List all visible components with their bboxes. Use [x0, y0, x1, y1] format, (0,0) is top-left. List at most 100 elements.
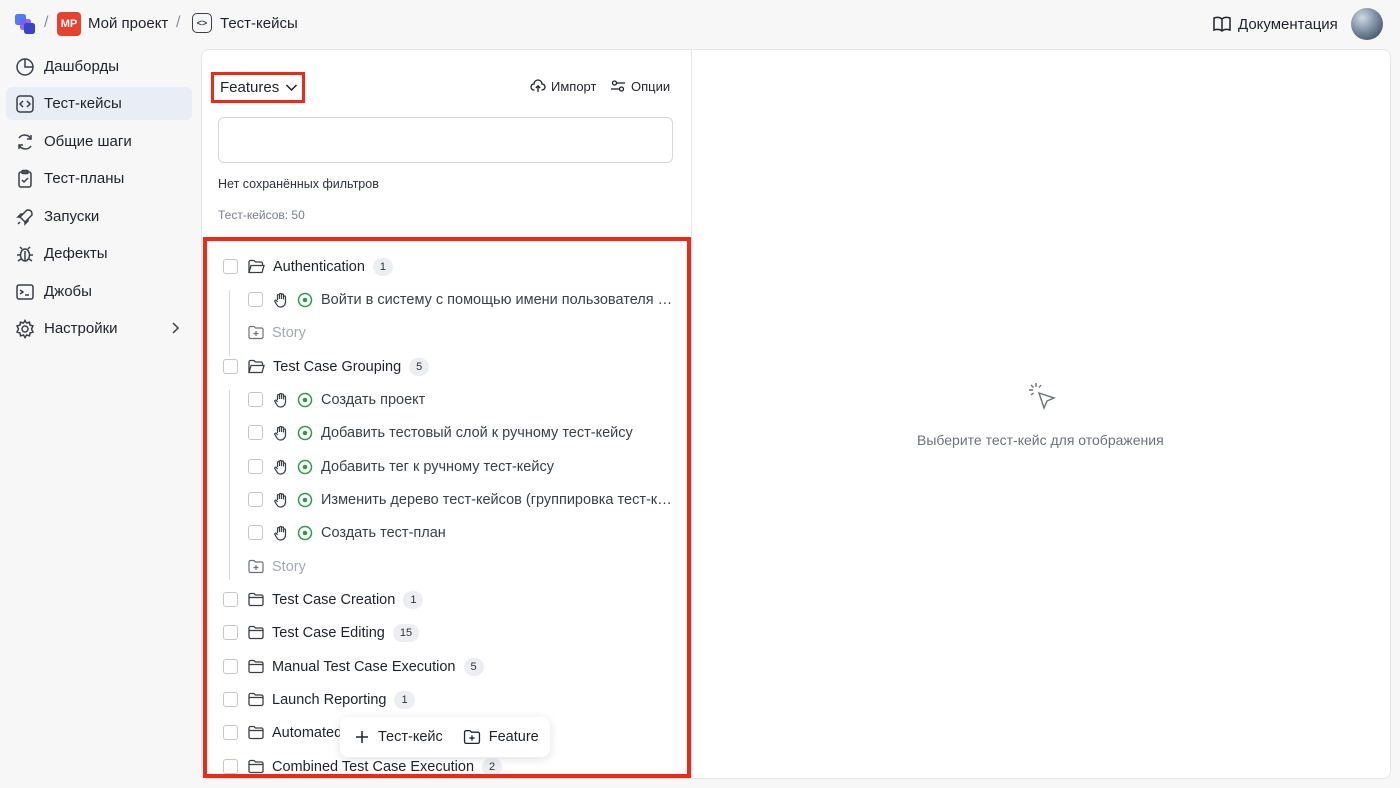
cloud-upload-icon: [530, 79, 546, 92]
hand-icon: [274, 292, 287, 308]
tree-folder[interactable]: Test Case Creation 1: [207, 583, 687, 616]
tree-case[interactable]: Войти в систему с помощью имени пользова…: [207, 283, 687, 316]
row-checkbox[interactable]: [248, 425, 263, 440]
case-label: Добавить тестовый слой к ручному тест-ке…: [321, 424, 633, 441]
breadcrumb-page[interactable]: Тест-кейсы: [220, 15, 298, 32]
count-badge: 1: [403, 590, 424, 609]
tree-folder[interactable]: Authentication 1: [207, 250, 687, 283]
add-story-row[interactable]: Story: [207, 316, 687, 349]
chevron-right-icon: [172, 322, 180, 334]
row-checkbox[interactable]: [223, 592, 238, 607]
test-case-tree: Authentication 1 Войти в систему с помощ…: [203, 237, 691, 778]
filter-input[interactable]: [218, 117, 673, 163]
code-square-icon: [16, 94, 34, 113]
case-label: Войти в систему с помощью имени пользова…: [321, 291, 677, 308]
options-button[interactable]: Опции: [610, 78, 670, 94]
pie-chart-icon: [16, 57, 34, 76]
sidebar-item-test-plans[interactable]: Тест-планы: [6, 162, 192, 195]
row-checkbox[interactable]: [248, 492, 263, 507]
row-checkbox[interactable]: [223, 659, 238, 674]
tree-folder[interactable]: Manual Test Case Execution 5: [207, 650, 687, 683]
hand-icon: [274, 425, 287, 441]
app-logo-icon[interactable]: [14, 13, 36, 35]
row-checkbox[interactable]: [248, 459, 263, 474]
bug-icon: [17, 245, 33, 262]
status-active-icon: [297, 425, 313, 440]
row-checkbox[interactable]: [248, 392, 263, 407]
count-badge: 5: [409, 357, 430, 376]
refresh-icon: [18, 133, 32, 150]
sidebar-item-jobs[interactable]: Джобы: [6, 275, 192, 308]
code-square-icon: <>: [192, 13, 212, 33]
sidebar-item-label: Дефекты: [44, 245, 108, 262]
sidebar-item-label: Настройки: [44, 320, 118, 337]
status-active-icon: [297, 459, 313, 474]
sidebar-item-settings[interactable]: Настройки: [6, 312, 192, 345]
row-checkbox[interactable]: [248, 292, 263, 307]
folder-icon: [248, 659, 264, 674]
breadcrumb-separator: /: [176, 14, 181, 31]
test-case-tree-panel: Features Импорт Опции Нет сохранённых фи…: [201, 49, 691, 779]
folder-icon: [248, 592, 264, 607]
row-checkbox[interactable]: [223, 692, 238, 707]
row-checkbox[interactable]: [223, 759, 238, 774]
tree-folder[interactable]: Test Case Editing 15: [207, 616, 687, 649]
row-checkbox[interactable]: [223, 625, 238, 640]
sidebar-item-label: Джобы: [44, 283, 92, 300]
folder-label: Test Case Grouping: [273, 358, 402, 375]
tree-case[interactable]: Создать тест-план: [207, 516, 687, 549]
top-bar: / MP Мой проект / <> Тест-кейсы Документ…: [0, 0, 1400, 48]
tree-case[interactable]: Изменить дерево тест-кейсов (группировка…: [207, 483, 687, 516]
add-test-case-button[interactable]: Тест-кейс: [354, 729, 443, 745]
documentation-link[interactable]: Документация: [1212, 14, 1338, 34]
rocket-icon: [16, 208, 33, 226]
folder-open-icon: [248, 359, 265, 374]
import-button[interactable]: Импорт: [530, 78, 596, 94]
sliders-icon: [611, 80, 625, 92]
sidebar-item-launches[interactable]: Запуски: [6, 200, 192, 233]
clipboard-check-icon: [18, 169, 32, 188]
case-label: Создать тест-план: [321, 524, 446, 541]
tree-folder[interactable]: Launch Reporting 1: [207, 683, 687, 716]
sidebar-item-shared-steps[interactable]: Общие шаги: [6, 125, 192, 158]
row-checkbox[interactable]: [248, 525, 263, 540]
row-checkbox[interactable]: [223, 725, 238, 740]
terminal-icon: [16, 283, 34, 300]
sidebar-item-dashboards[interactable]: Дашборды: [6, 50, 192, 83]
sidebar-item-test-cases[interactable]: Тест-кейсы: [6, 87, 192, 120]
saved-filters-status: Нет сохранённых фильтров: [218, 177, 379, 191]
sidebar-item-defects[interactable]: Дефекты: [6, 237, 192, 270]
breadcrumb-project[interactable]: Мой проект: [88, 15, 168, 32]
test-case-detail-panel: [691, 49, 1391, 779]
tree-folder[interactable]: Test Case Grouping 5: [207, 350, 687, 383]
grouping-dropdown[interactable]: Features: [211, 72, 305, 103]
folder-icon: [248, 725, 264, 740]
row-checkbox[interactable]: [223, 359, 238, 374]
project-badge[interactable]: MP: [57, 12, 81, 36]
row-checkbox[interactable]: [223, 259, 238, 274]
status-active-icon: [297, 525, 313, 540]
add-story-row[interactable]: Story: [207, 550, 687, 583]
add-feature-button[interactable]: Feature: [463, 729, 539, 745]
folder-icon: [248, 692, 264, 707]
sidebar-item-label: Тест-кейсы: [44, 95, 122, 112]
story-label: Story: [272, 324, 306, 341]
avatar[interactable]: [1351, 8, 1383, 40]
documentation-label: Документация: [1238, 15, 1338, 33]
count-badge: 5: [463, 657, 484, 676]
tree-case[interactable]: Добавить тестовый слой к ручному тест-ке…: [207, 416, 687, 449]
case-label: Добавить тег к ручному тест-кейсу: [321, 458, 554, 475]
hand-icon: [274, 525, 287, 541]
sidebar-item-label: Запуски: [44, 208, 100, 225]
hand-icon: [274, 459, 287, 475]
sidebar-item-label: Дашборды: [44, 58, 119, 75]
case-label: Создать проект: [321, 391, 426, 408]
tree-case[interactable]: Добавить тег к ручному тест-кейсу: [207, 450, 687, 483]
folder-icon: [248, 625, 264, 640]
folder-label: Combined Test Case Execution: [272, 758, 475, 775]
folder-plus-icon: [248, 325, 264, 340]
options-label: Опции: [631, 78, 671, 94]
story-label: Story: [272, 558, 306, 575]
import-label: Импорт: [551, 78, 597, 94]
tree-case[interactable]: Создать проект: [207, 383, 687, 416]
